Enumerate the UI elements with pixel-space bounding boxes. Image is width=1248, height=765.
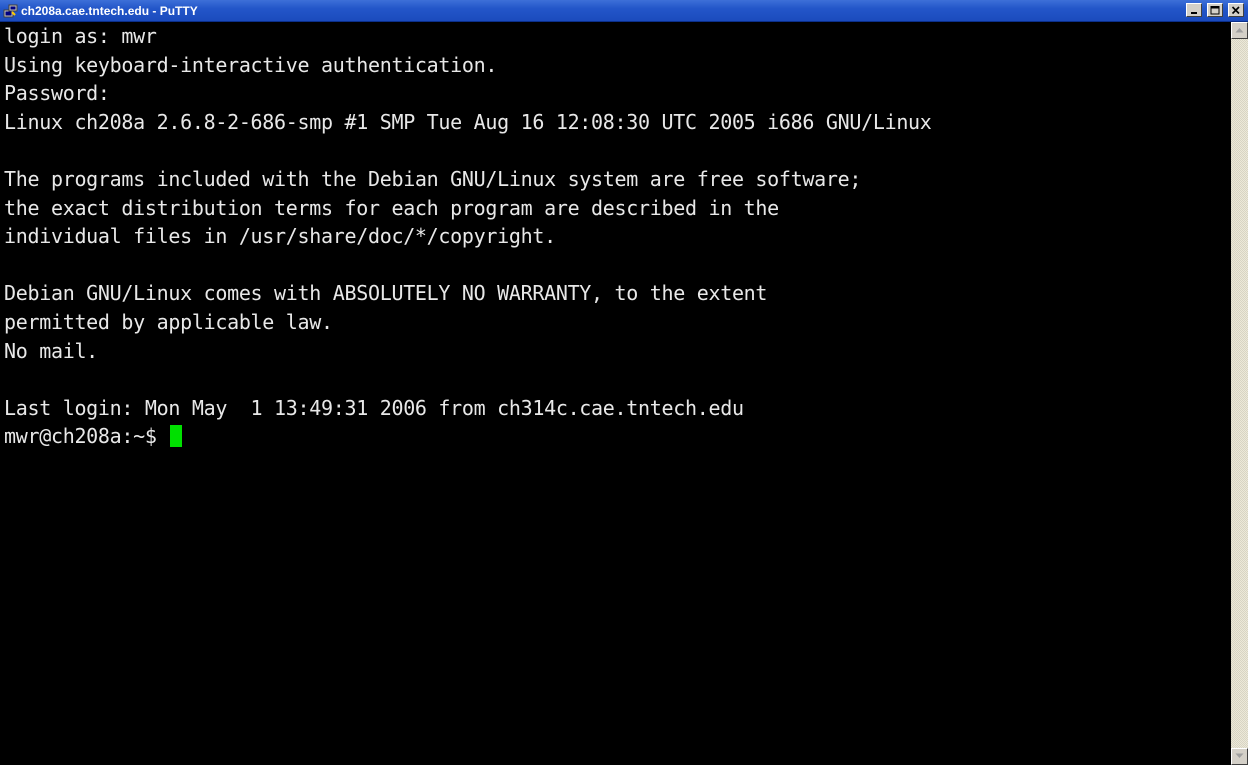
terminal-line: No mail. <box>4 338 98 363</box>
close-button[interactable] <box>1228 3 1244 17</box>
terminal-line: Password: <box>4 81 110 106</box>
scroll-down-arrow-icon <box>1235 753 1244 758</box>
scroll-down-button[interactable] <box>1231 748 1248 765</box>
terminal-screen[interactable]: login as: mwr Using keyboard-interactive… <box>4 22 1230 765</box>
terminal-line: login as: mwr <box>4 24 157 48</box>
maximize-icon <box>1210 6 1220 15</box>
terminal-line: Using keyboard-interactive authenticatio… <box>4 52 498 77</box>
terminal-line: individual files in /usr/share/doc/*/cop… <box>4 224 556 249</box>
text-cursor <box>170 425 183 448</box>
window-title: ch208a.cae.tntech.edu - PuTTY <box>21 4 198 18</box>
close-icon <box>1231 6 1240 15</box>
putty-window: ch208a.cae.tntech.edu - PuTTY login as: … <box>0 0 1248 765</box>
minimize-icon <box>1191 12 1197 14</box>
minimize-button[interactable] <box>1186 3 1202 17</box>
putty-icon[interactable] <box>3 3 19 19</box>
vertical-scrollbar[interactable] <box>1231 22 1248 765</box>
shell-prompt: mwr@ch208a:~$ <box>4 424 169 449</box>
terminal-line: The programs included with the Debian GN… <box>4 166 862 191</box>
scroll-up-button[interactable] <box>1231 22 1248 39</box>
scroll-up-arrow-icon <box>1235 28 1244 33</box>
terminal-line: the exact distribution terms for each pr… <box>4 195 779 220</box>
window-controls <box>1185 2 1244 20</box>
maximize-button[interactable] <box>1207 3 1223 17</box>
terminal-line: Debian GNU/Linux comes with ABSOLUTELY N… <box>4 281 768 306</box>
prompt-line: mwr@ch208a:~$ <box>4 422 1230 451</box>
terminal-line: permitted by applicable law. <box>4 309 333 334</box>
terminal-line: Linux ch208a 2.6.8-2-686-smp #1 SMP Tue … <box>4 109 932 134</box>
title-bar[interactable]: ch208a.cae.tntech.edu - PuTTY <box>0 0 1248 22</box>
terminal-line: Last login: Mon May 1 13:49:31 2006 from… <box>4 395 744 420</box>
